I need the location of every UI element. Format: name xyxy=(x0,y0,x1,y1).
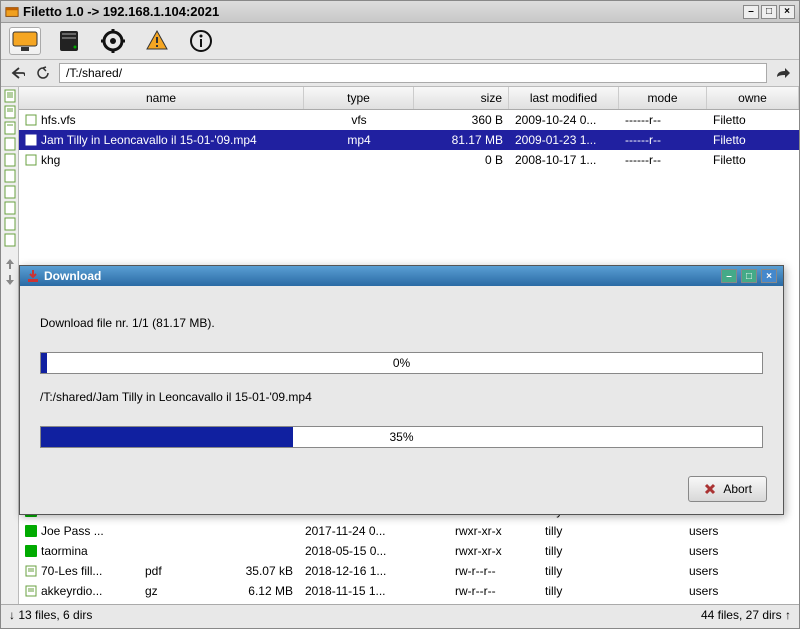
dialog-close-button[interactable]: × xyxy=(761,269,777,283)
table-row[interactable]: akkeyrdio...gz6.12 MB2018-11-15 1...rw-r… xyxy=(19,581,783,601)
file-icon xyxy=(25,565,37,577)
warning-tool[interactable] xyxy=(141,27,173,55)
table-row[interactable]: taormina2018-05-15 0...rwxr-xr-xtillyuse… xyxy=(19,541,783,561)
titlebar[interactable]: Filetto 1.0 -> 192.168.1.104:2021 – □ × xyxy=(1,1,799,23)
doc-icon[interactable] xyxy=(3,153,17,167)
col-mode[interactable]: mode xyxy=(619,87,707,109)
app-icon xyxy=(5,5,19,19)
doc-icon[interactable] xyxy=(3,185,17,199)
dialog-titlebar[interactable]: Download – □ × xyxy=(20,266,783,286)
cancel-icon xyxy=(703,482,717,496)
status-left: ↓ 13 files, 6 dirs xyxy=(9,608,92,621)
doc-icon[interactable] xyxy=(3,105,17,119)
path-input[interactable] xyxy=(59,63,767,83)
file-icon xyxy=(25,154,37,166)
gear-tool[interactable] xyxy=(97,27,129,55)
folder-icon xyxy=(25,545,37,557)
progress-file-label: 35% xyxy=(41,427,762,447)
col-owner[interactable]: owne xyxy=(707,87,799,109)
dialog-min-button[interactable]: – xyxy=(721,269,737,283)
main-window: Filetto 1.0 -> 192.168.1.104:2021 – □ × xyxy=(0,0,800,629)
table-row[interactable]: Jam Tilly in Leoncavallo il 15-01-'09.mp… xyxy=(19,130,799,150)
progress-file: 35% xyxy=(40,426,763,448)
minimize-button[interactable]: – xyxy=(743,5,759,19)
progress-total-label: 0% xyxy=(41,353,762,373)
download-dialog: Download – □ × Download file nr. 1/1 (81… xyxy=(19,265,784,515)
doc-icon[interactable] xyxy=(3,201,17,215)
info-tool[interactable] xyxy=(185,27,217,55)
status-right: 44 files, 27 dirs ↑ xyxy=(701,608,791,621)
folder-icon xyxy=(25,525,37,537)
dialog-msg: Download file nr. 1/1 (81.17 MB). xyxy=(40,316,763,330)
dialog-title: Download xyxy=(44,269,101,283)
col-size[interactable]: size xyxy=(414,87,509,109)
doc-icon[interactable] xyxy=(3,89,17,103)
maximize-button[interactable]: □ xyxy=(761,5,777,19)
back-button[interactable] xyxy=(7,64,27,82)
col-name[interactable]: name xyxy=(19,87,304,109)
file-icon xyxy=(25,134,37,146)
progress-total: 0% xyxy=(40,352,763,374)
window-title: Filetto 1.0 -> 192.168.1.104:2021 xyxy=(23,4,743,19)
col-lastmod[interactable]: last modified xyxy=(509,87,619,109)
file-icon xyxy=(25,585,37,597)
upload-icon[interactable] xyxy=(3,257,17,271)
download-icon xyxy=(26,269,40,283)
download-icon[interactable] xyxy=(3,273,17,287)
col-type[interactable]: type xyxy=(304,87,414,109)
server-tool[interactable] xyxy=(53,27,85,55)
path-bar xyxy=(1,60,799,87)
abort-button[interactable]: Abort xyxy=(688,476,767,502)
reload-button[interactable] xyxy=(33,64,53,82)
table-row[interactable]: hfs.vfsvfs360 B2009-10-24 0...------r--F… xyxy=(19,110,799,130)
table-row[interactable]: alhambra...pdf149.75 kB2018-10-04 1...rw… xyxy=(19,601,783,604)
file-icon xyxy=(25,114,37,126)
close-button[interactable]: × xyxy=(779,5,795,19)
doc-icon[interactable] xyxy=(3,169,17,183)
table-row[interactable]: khg0 B2008-10-17 1...------r--Filetto xyxy=(19,150,799,170)
toolbar xyxy=(1,23,799,60)
doc-icon[interactable] xyxy=(3,233,17,247)
dialog-max-button[interactable]: □ xyxy=(741,269,757,283)
panes: name type size last modified mode owne h… xyxy=(1,87,799,604)
statusbar: ↓ 13 files, 6 dirs 44 files, 27 dirs ↑ xyxy=(1,604,799,624)
doc-icon[interactable] xyxy=(3,137,17,151)
doc-icon[interactable] xyxy=(3,217,17,231)
left-gutter xyxy=(1,87,19,604)
monitor-tool[interactable] xyxy=(9,27,41,55)
dialog-path: /T:/shared/Jam Tilly in Leoncavallo il 1… xyxy=(40,390,763,404)
table-row[interactable]: Joe Pass ...2017-11-24 0...rwxr-xr-xtill… xyxy=(19,521,783,541)
doc-icon[interactable] xyxy=(3,121,17,135)
table-row[interactable]: 70-Les fill...pdf35.07 kB2018-12-16 1...… xyxy=(19,561,783,581)
forward-button[interactable] xyxy=(773,64,793,82)
